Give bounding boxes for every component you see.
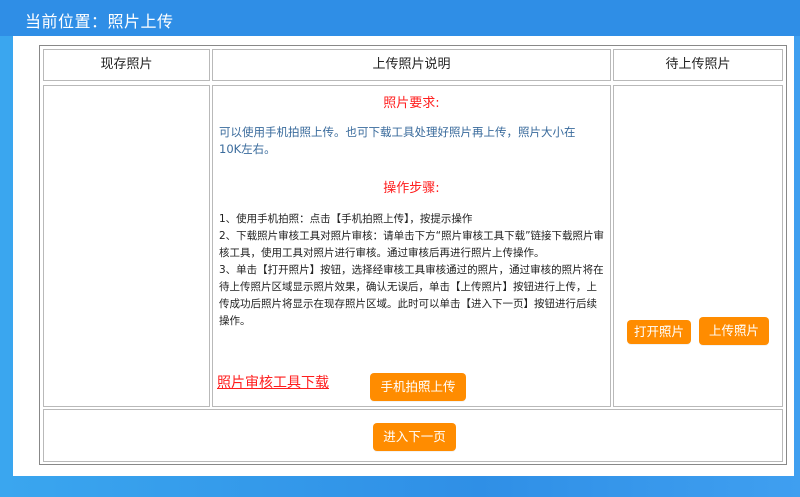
column-header-label: 上传照片说明 <box>372 57 451 72</box>
step-3: 3、单击【打开照片】按钮，选择经审核工具审核通过的照片，通过审核的照片将在待上传… <box>219 264 604 327</box>
upload-table: 现存照片 上传照片说明 待上传照片 照片要求: 可以使用手机拍照上传。也可下载工… <box>39 45 787 465</box>
column-header-existing-photos: 现存照片 <box>43 49 210 81</box>
steps-title: 操作步骤: <box>383 181 440 196</box>
instructions-area: 照片要求: 可以使用手机拍照上传。也可下载工具处理好照片再上传，照片大小在10K… <box>212 85 611 407</box>
footer-row: 进入下一页 <box>43 409 783 462</box>
steps-list: 1、使用手机拍照：点击【手机拍照上传】，按提示操作 2、下载照片审核工具对照片审… <box>219 211 605 330</box>
requirements-title: 照片要求: <box>383 96 440 111</box>
column-header-instructions: 上传照片说明 <box>212 49 611 81</box>
existing-photo-area <box>43 85 210 407</box>
step-2: 2、下载照片审核工具对照片审核：请单击下方“照片审核工具下载”链接下载照片审核工… <box>219 230 605 259</box>
pending-photo-area: 打开照片 上传照片 <box>613 85 783 407</box>
column-header-pending-photos: 待上传照片 <box>613 49 783 81</box>
tool-download-link[interactable]: 照片审核工具下载 <box>217 372 329 392</box>
column-header-label: 待上传照片 <box>665 57 731 72</box>
phone-upload-button[interactable]: 手机拍照上传 <box>370 373 466 401</box>
upload-photo-button[interactable]: 上传照片 <box>699 317 769 345</box>
requirements-text: 可以使用手机拍照上传。也可下载工具处理好照片再上传，照片大小在10K左右。 <box>219 125 576 156</box>
step-1: 1、使用手机拍照：点击【手机拍照上传】，按提示操作 <box>219 213 473 225</box>
open-photo-button[interactable]: 打开照片 <box>627 320 691 344</box>
top-bar: 当前位置：照片上传 <box>0 0 800 36</box>
next-page-button[interactable]: 进入下一页 <box>373 423 456 451</box>
column-header-label: 现存照片 <box>100 57 153 72</box>
content-panel: 现存照片 上传照片说明 待上传照片 照片要求: 可以使用手机拍照上传。也可下载工… <box>13 36 794 476</box>
page-title: 当前位置：照片上传 <box>25 12 174 31</box>
